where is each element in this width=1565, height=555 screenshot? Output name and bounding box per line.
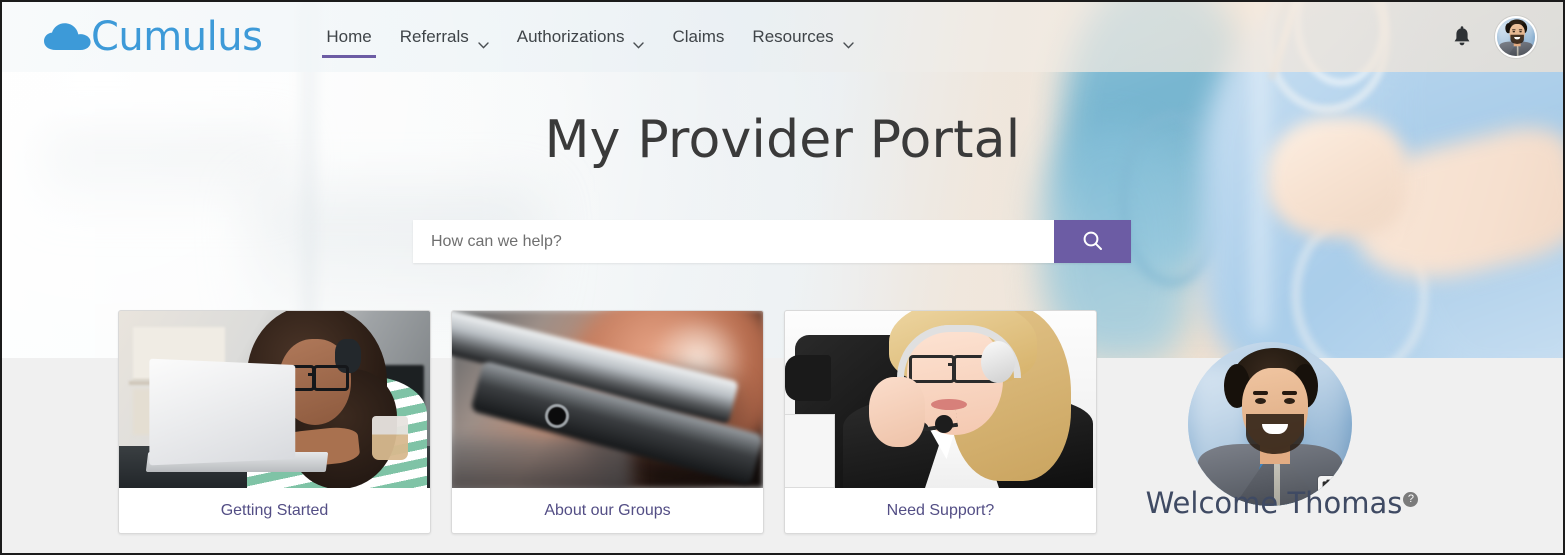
nav-item-resources-label: Resources — [752, 27, 834, 46]
nav-item-resources[interactable]: Resources — [738, 2, 867, 72]
welcome-message: Welcome Thomas? — [1112, 486, 1452, 520]
nav-item-referrals[interactable]: Referrals — [386, 2, 503, 72]
nav-item-referrals-label: Referrals — [399, 27, 469, 46]
nav-item-authorizations-label: Authorizations — [516, 27, 625, 46]
avatar[interactable] — [1495, 16, 1537, 58]
search-bar — [413, 220, 1131, 263]
search-input[interactable] — [413, 220, 1054, 263]
provider-portal-page: Cumulus Home Referrals Authorizations Cl… — [0, 0, 1565, 555]
nav-item-home-label: Home — [326, 27, 372, 46]
card-getting-started[interactable]: Getting Started — [118, 310, 431, 534]
chevron-down-icon — [478, 34, 489, 49]
chevron-down-icon — [633, 34, 645, 49]
card-image-hand-holding-phone — [452, 311, 763, 488]
profile-photo[interactable] — [1188, 342, 1352, 506]
card-label: Getting Started — [220, 501, 329, 519]
brand-logo[interactable]: Cumulus — [42, 10, 263, 64]
search-button[interactable] — [1054, 220, 1131, 263]
card-image-support-agent — [785, 311, 1096, 488]
brand-name: Cumulus — [91, 14, 263, 60]
cloud-icon — [42, 22, 94, 52]
avatar-image — [1497, 18, 1535, 56]
profile-photo-container — [1188, 342, 1352, 506]
page-title: My Provider Portal — [544, 110, 1021, 170]
nav-links: Home Referrals Authorizations Claims Res… — [312, 2, 867, 72]
nav-item-home[interactable]: Home — [312, 2, 385, 72]
card-need-support[interactable]: Need Support? — [784, 310, 1097, 534]
quick-link-cards: Getting Started About our Groups Need Su… — [118, 310, 1097, 534]
nav-item-claims-label: Claims — [672, 27, 725, 46]
welcome-text: Welcome Thomas — [1145, 486, 1403, 520]
search-icon — [1082, 230, 1103, 254]
top-navigation-bar: Cumulus Home Referrals Authorizations Cl… — [2, 2, 1563, 72]
nav-item-claims[interactable]: Claims — [658, 2, 738, 72]
card-label: About our Groups — [544, 501, 671, 519]
chevron-down-icon — [842, 34, 854, 49]
nav-right-actions — [1451, 2, 1537, 72]
question-mark-icon[interactable]: ? — [1403, 492, 1419, 508]
card-label: Need Support? — [886, 501, 995, 519]
card-image-woman-at-laptop — [119, 311, 430, 488]
nav-item-authorizations[interactable]: Authorizations — [503, 2, 659, 72]
bell-icon[interactable] — [1451, 25, 1473, 49]
card-about-our-groups[interactable]: About our Groups — [451, 310, 764, 534]
